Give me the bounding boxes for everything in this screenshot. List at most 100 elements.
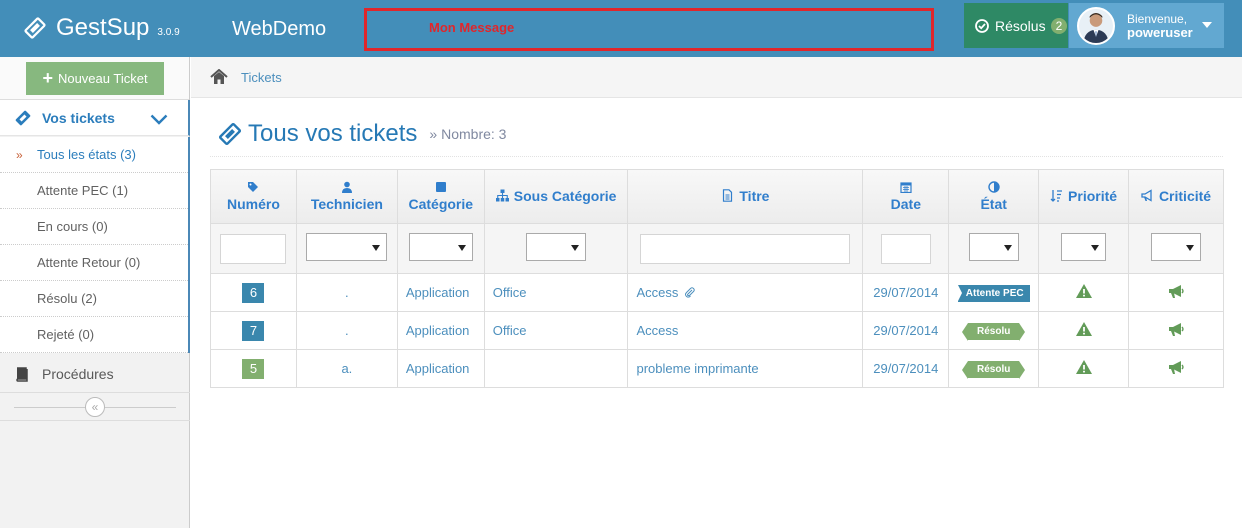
number-filter-input[interactable] — [220, 233, 287, 264]
column-label: Technicien — [310, 196, 383, 212]
breadcrumb-tickets[interactable]: Tickets — [241, 70, 282, 85]
user-menu[interactable]: Bienvenue, poweruser — [1069, 3, 1224, 48]
top-navbar: GestSup 3.0.9 WebDemo Mon Message Résolu… — [0, 0, 1242, 57]
paperclip-icon — [685, 287, 695, 298]
cell-technician: . — [295, 273, 398, 312]
sidebar-item-waiting-pec[interactable]: Attente PEC (1) — [0, 173, 188, 209]
cell-state: Résolu — [948, 349, 1040, 388]
subcategory-filter-select[interactable] — [526, 233, 587, 261]
sidebar-collapse: « — [0, 394, 190, 421]
welcome-text: Bienvenue, — [1127, 11, 1188, 26]
cell-subcategory: Office — [483, 311, 629, 350]
message-text: Mon Message — [429, 20, 515, 35]
book-icon — [16, 366, 28, 382]
bullhorn-icon — [1141, 189, 1152, 202]
cell-title: probleme imprimante — [627, 349, 864, 388]
sidebar: + Nouveau Ticket Vos tickets » Tous les … — [0, 57, 190, 528]
ticket-number[interactable]: 6 — [242, 282, 265, 303]
column-label: État — [980, 196, 1007, 212]
sidebar-item-procedures[interactable]: Procédures — [0, 355, 190, 393]
cell-priority — [1038, 311, 1130, 350]
warning-icon — [1075, 284, 1092, 298]
cell-title: Access — [627, 311, 864, 350]
tickets-table: Numéro Technicien Catégorie Sous Catégor… — [210, 169, 1224, 388]
title-filter-input[interactable] — [640, 233, 851, 264]
ticket-title-link[interactable]: Access — [636, 285, 678, 300]
user-info: Bienvenue, poweruser — [1127, 12, 1193, 40]
column-label: Catégorie — [408, 196, 474, 212]
ticket-logo-icon — [24, 17, 46, 39]
cell-category: Application — [396, 311, 485, 350]
cell-criticality — [1128, 311, 1224, 350]
sidebar-item-all-states[interactable]: » Tous les états (3) — [0, 137, 188, 173]
sidebar-item-resolved[interactable]: Résolu (2) — [0, 281, 188, 317]
new-ticket-button[interactable]: + Nouveau Ticket — [26, 62, 164, 95]
table-row[interactable]: 5 a. Application probleme imprimante 29/… — [210, 349, 1224, 388]
column-header-subcategory[interactable]: Sous Catégorie — [483, 169, 629, 224]
warning-icon — [1075, 360, 1092, 374]
bullhorn-icon — [1169, 323, 1184, 336]
table-row[interactable]: 6 . Application Office Access 29/07/2014… — [210, 273, 1224, 312]
column-header-category[interactable]: Catégorie — [396, 169, 485, 224]
calendar-icon — [900, 182, 912, 193]
criticality-filter-select[interactable] — [1151, 233, 1201, 261]
column-header-number[interactable]: Numéro — [210, 169, 297, 224]
resolved-label: Résolus — [995, 17, 1046, 34]
bullhorn-icon — [1169, 285, 1184, 298]
username: poweruser — [1127, 24, 1193, 40]
table-row[interactable]: 7 . Application Office Access 29/07/2014… — [210, 311, 1224, 350]
date-filter-input[interactable] — [880, 233, 931, 264]
cell-subcategory — [483, 349, 629, 388]
cell-date: 29/07/2014 — [862, 349, 950, 388]
sidebar-item-label: En cours (0) — [37, 219, 108, 234]
plus-icon: + — [42, 68, 53, 88]
column-header-state[interactable]: État — [948, 169, 1040, 224]
double-chevron-left-icon[interactable]: « — [85, 397, 105, 417]
sidebar-item-your-tickets[interactable]: Vos tickets — [0, 100, 190, 136]
message-banner: Mon Message — [364, 8, 934, 51]
user-avatar-icon — [1079, 8, 1113, 43]
column-header-priority[interactable]: Priorité — [1038, 169, 1130, 224]
caret-down-icon — [1202, 22, 1212, 28]
column-label: Priorité — [1068, 187, 1118, 204]
cell-subcategory: Office — [483, 273, 629, 312]
adjust-icon — [987, 181, 1000, 193]
sitemap-icon — [495, 189, 509, 202]
technician-filter-select[interactable] — [306, 233, 388, 261]
warning-icon — [1075, 322, 1092, 336]
brand[interactable]: GestSup 3.0.9 — [22, 14, 180, 42]
column-header-date[interactable]: Date — [862, 169, 950, 224]
column-label: Date — [890, 196, 921, 212]
brand-version: 3.0.9 — [157, 26, 180, 38]
sidebar-item-label: Rejeté (0) — [37, 327, 95, 342]
check-circle-icon — [975, 18, 989, 33]
home-icon[interactable] — [210, 69, 228, 85]
state-filter-select[interactable] — [968, 233, 1019, 261]
ticket-title-link[interactable]: probleme imprimante — [636, 361, 758, 376]
filter-cell — [396, 223, 485, 274]
ticket-icon — [218, 122, 242, 146]
category-filter-select[interactable] — [408, 233, 473, 261]
ticket-number[interactable]: 7 — [242, 320, 265, 341]
sidebar-item-in-progress[interactable]: En cours (0) — [0, 209, 188, 245]
sidebar-item-rejected[interactable]: Rejeté (0) — [0, 317, 188, 353]
sidebar-item-label: Procédures — [42, 365, 114, 382]
cell-number: 7 — [210, 311, 297, 350]
cell-category: Application — [396, 349, 485, 388]
column-header-criticality[interactable]: Criticité — [1128, 169, 1224, 224]
brand-name: GestSup — [56, 14, 150, 41]
tag-icon — [248, 182, 259, 192]
cell-date: 29/07/2014 — [862, 311, 950, 350]
filter-cell — [210, 223, 297, 274]
ticket-icon — [15, 110, 31, 125]
avatar — [1077, 6, 1115, 45]
resolved-tickets-button[interactable]: Résolus 2 — [964, 3, 1068, 48]
status-badge: Attente PEC — [957, 284, 1030, 302]
sidebar-item-label: Tous les états (3) — [37, 147, 136, 162]
column-header-technician[interactable]: Technicien — [295, 169, 398, 224]
ticket-title-link[interactable]: Access — [636, 323, 678, 338]
sidebar-item-waiting-return[interactable]: Attente Retour (0) — [0, 245, 188, 281]
column-header-title[interactable]: Titre — [627, 169, 864, 224]
ticket-number[interactable]: 5 — [242, 358, 265, 379]
priority-filter-select[interactable] — [1061, 233, 1107, 261]
